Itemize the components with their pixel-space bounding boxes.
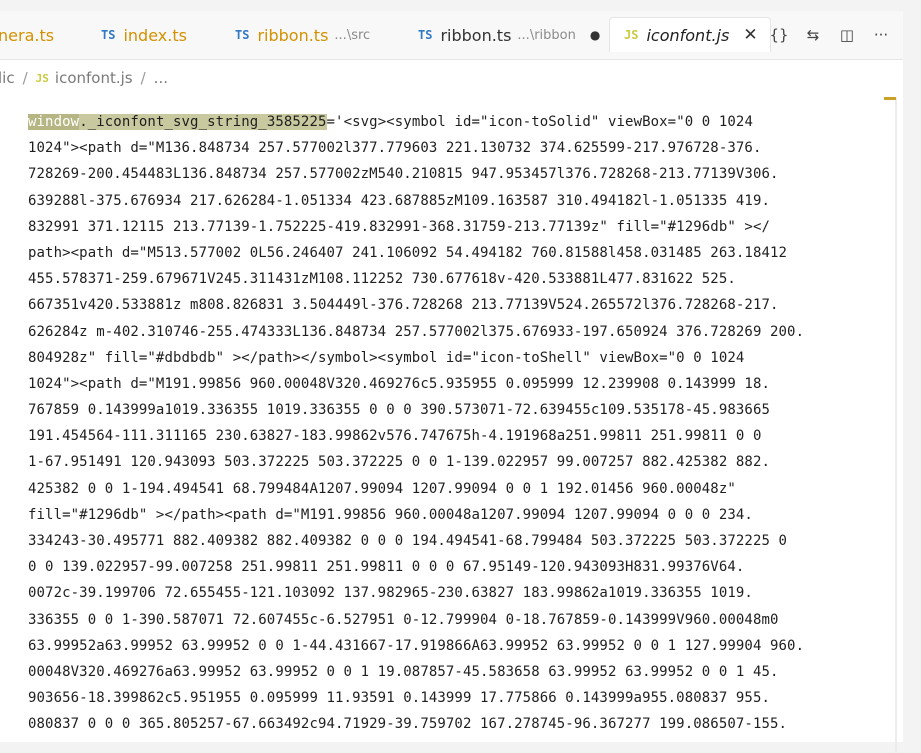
- js-file-icon: JS: [624, 28, 639, 42]
- tab-label: iconfont.js: [646, 25, 730, 45]
- tab-label: ribbon.ts: [257, 25, 329, 45]
- breadcrumb-folder[interactable]: lic: [0, 69, 15, 87]
- code-line: 080837 0 0 0 365.805257-67.663492c94.719…: [28, 716, 788, 733]
- code-line: fill="#1296db" ></path><path d="M191.998…: [28, 506, 753, 523]
- code-line: 626284z m-402.310746-255.474333L136.8487…: [28, 323, 805, 340]
- tab-ribbon-src[interactable]: TS ribbon.ts ...\src: [235, 11, 370, 59]
- tab-ribbon-ribbon[interactable]: TS ribbon.ts ...\ribbon ●: [418, 11, 600, 59]
- code-editor[interactable]: window._iconfont_svg_string_3585225='<sv…: [28, 109, 888, 738]
- tab-path-hint: ...\src: [334, 27, 371, 43]
- braces-icon[interactable]: {}: [769, 26, 789, 44]
- code-line: 1024"><path d="M191.99856 960.00048V320.…: [28, 375, 770, 392]
- more-actions-icon[interactable]: ···: [871, 26, 891, 44]
- code-line: 0072c-39.199706 72.655455-121.103092 137…: [28, 585, 753, 602]
- code-line: 336355 0 0 1-390.587071 72.607455c-6.527…: [28, 611, 779, 628]
- compare-icon[interactable]: ⇆: [803, 26, 823, 44]
- code-line: 334243-30.495771 882.409382 882.409382 0…: [28, 533, 788, 549]
- highlighted-token: ._iconfont_svg_string_3585225: [79, 114, 327, 130]
- code-line: 1-67.951491 120.943093 503.372225 503.37…: [28, 454, 770, 471]
- ts-file-icon: TS: [418, 28, 433, 42]
- editor-actions: {} ⇆ ◫ ···: [769, 11, 891, 59]
- breadcrumb-separator: /: [22, 69, 28, 87]
- code-line: 455.578371-259.679671V245.311431zM108.11…: [28, 271, 736, 288]
- close-tab-icon[interactable]: ✕: [743, 25, 757, 45]
- code-line: 639288l-375.676934 217.626284-1.051334 4…: [28, 192, 770, 209]
- tab-camera[interactable]: nera.ts: [0, 11, 54, 59]
- code-line: 804928z" fill="#dbdbdb" ></path></symbol…: [28, 349, 745, 366]
- code-line: 63.99952a63.99952 63.99952 0 0 1-44.4316…: [28, 637, 805, 654]
- scrollbar-track[interactable]: [895, 97, 897, 753]
- tab-path-hint: ...\ribbon: [517, 27, 576, 43]
- code-text: ='<svg><symbol id="icon-toSolid" viewBox…: [326, 114, 753, 130]
- scrollbar-highlight-marker: [884, 97, 896, 100]
- breadcrumb-separator: /: [140, 69, 146, 87]
- code-line: 0 0 139.022957-99.007258 251.99811 251.9…: [28, 559, 745, 576]
- tab-bar: nera.ts TS index.ts TS ribbon.ts ...\src…: [0, 11, 903, 60]
- code-line: 191.454564-111.311165 230.63827-183.9986…: [28, 428, 762, 445]
- split-editor-icon[interactable]: ◫: [837, 26, 857, 44]
- code-line: 00048V320.469276a63.99952 63.99952 0 0 1…: [28, 663, 779, 680]
- code-line: 832991 371.12115 213.77139-1.752225-419.…: [28, 218, 770, 235]
- js-file-icon: JS: [35, 71, 49, 85]
- code-line: 1024"><path d="M136.848734 257.577002l37…: [28, 140, 762, 157]
- code-line: 728269-200.454483L136.848734 257.577002z…: [28, 166, 779, 183]
- breadcrumb: lic / JS iconfont.js / ...: [0, 60, 903, 96]
- tab-label: ribbon.ts: [440, 25, 512, 45]
- code-line: 667351v420.533881z m808.826831 3.504449l…: [28, 297, 779, 314]
- code-line: window._iconfont_svg_string_3585225='<sv…: [28, 109, 888, 135]
- code-line: 903656-18.399862c5.951955 0.095999 11.93…: [28, 690, 770, 707]
- tab-iconfont[interactable]: JS iconfont.js ✕: [609, 17, 771, 52]
- code-line: path><path d="M513.577002 0L56.246407 24…: [28, 244, 788, 261]
- ts-file-icon: TS: [101, 28, 116, 42]
- highlighted-token: window: [28, 114, 80, 130]
- breadcrumb-more[interactable]: ...: [154, 69, 168, 87]
- breadcrumb-file[interactable]: iconfont.js: [55, 69, 133, 87]
- code-line: 767859 0.143999a1019.336355 1019.336355 …: [28, 402, 770, 419]
- code-line: 425382 0 0 1-194.494541 68.799484A1207.9…: [28, 480, 736, 497]
- ts-file-icon: TS: [235, 28, 250, 42]
- unsaved-dot-icon[interactable]: ●: [590, 28, 600, 42]
- tab-label: nera.ts: [0, 25, 55, 45]
- editor-frame: nera.ts TS index.ts TS ribbon.ts ...\src…: [0, 11, 903, 753]
- tab-index[interactable]: TS index.ts: [101, 11, 187, 59]
- tab-label: index.ts: [123, 25, 187, 45]
